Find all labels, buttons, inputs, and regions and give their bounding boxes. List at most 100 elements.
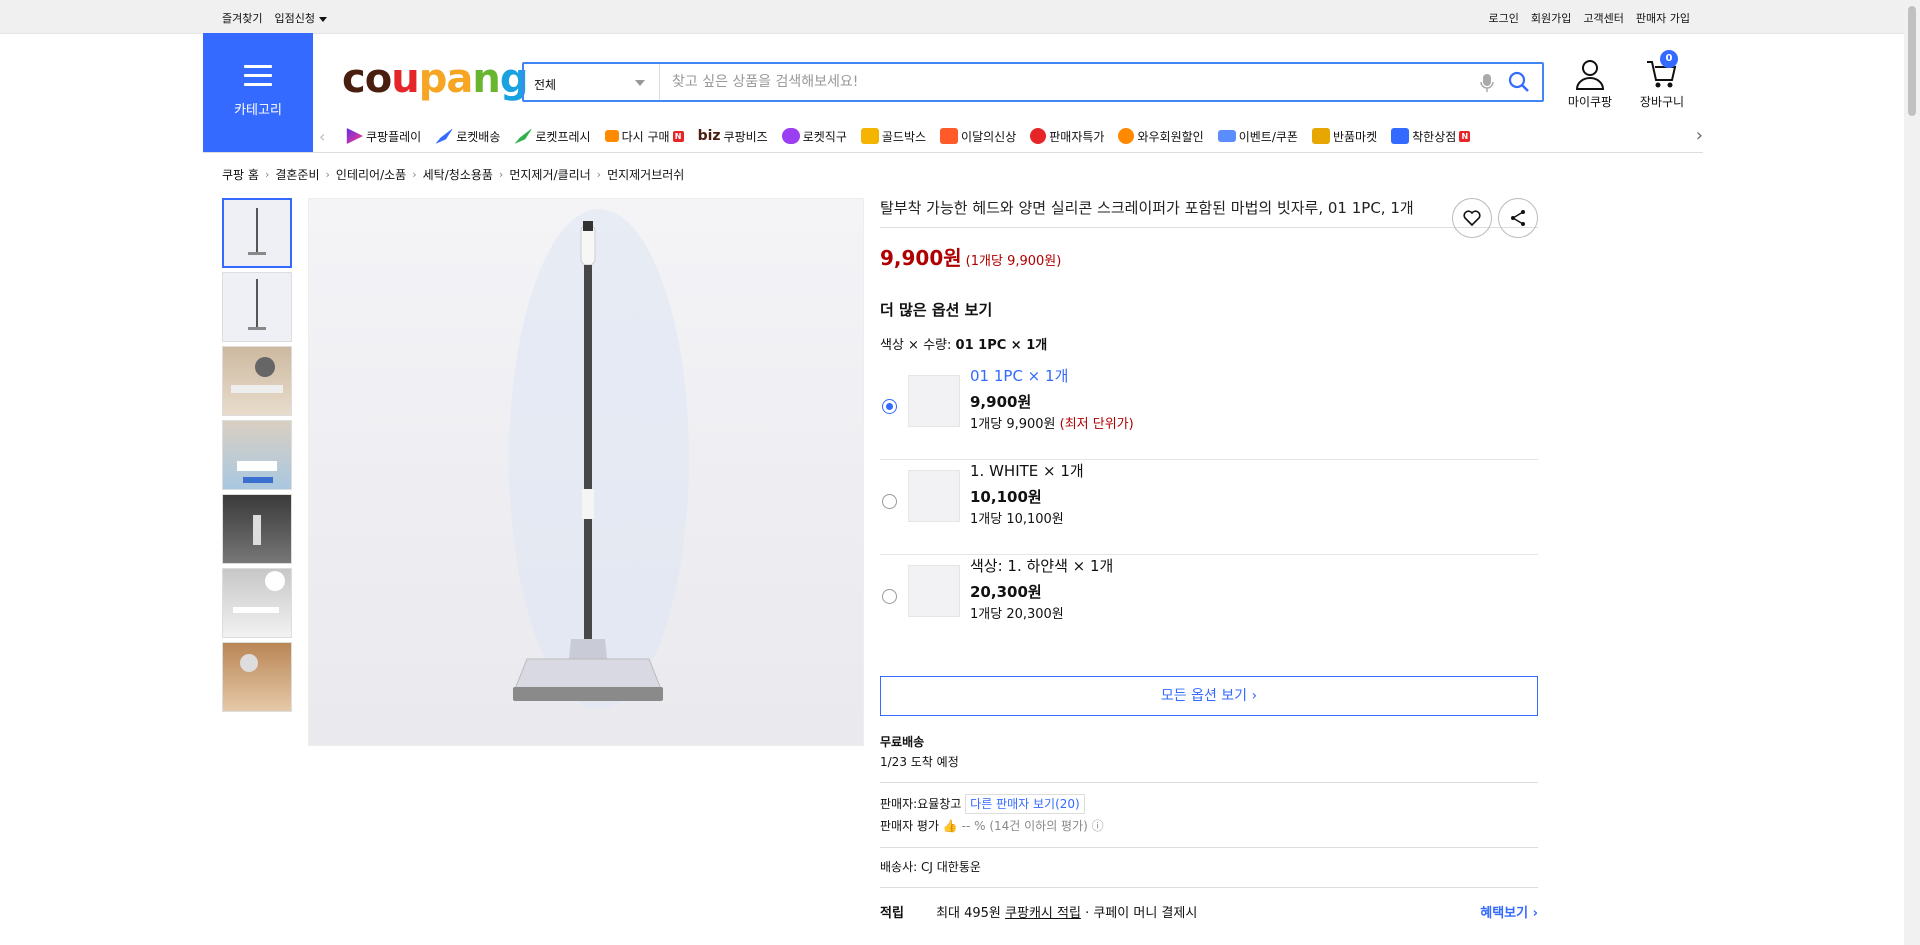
product-thumbnail[interactable]	[222, 198, 292, 268]
option-thumbnail	[908, 375, 960, 427]
product-thumbnail[interactable]	[222, 346, 292, 416]
info-icon[interactable]: ⓘ	[1092, 819, 1104, 833]
option-row[interactable]: 01 1PC × 1개 9,900원 1개당 9,900원 (최저 단위가)	[880, 365, 1538, 460]
option-radio[interactable]	[882, 589, 897, 604]
breadcrumb-item[interactable]: 세탁/청소용품	[423, 166, 493, 183]
nav-item-label: 로켓배송	[456, 129, 501, 144]
all-options-button[interactable]: 모든 옵션 보기 ›	[880, 676, 1538, 716]
nav-item-wow-discount[interactable]: 와우회원할인	[1118, 128, 1204, 145]
product-thumbnail[interactable]	[222, 272, 292, 342]
option-row[interactable]: 색상: 1. 하얀색 × 1개 20,300원 1개당 20,300원	[880, 555, 1538, 650]
vendor-apply-label: 입점신청	[274, 12, 315, 25]
arrival-date: 1/23 도착 예정	[880, 755, 959, 769]
option-radio[interactable]	[882, 494, 897, 509]
product-thumbnail[interactable]	[222, 568, 292, 638]
nav-item-label: 다시 구매	[621, 129, 670, 144]
product-thumbnail[interactable]	[222, 420, 292, 490]
option-price: 9,900원	[970, 393, 1032, 411]
benefit-link[interactable]: 혜택보기 ›	[1480, 902, 1538, 921]
option-name: 색상: 1. 하얀색 × 1개	[970, 557, 1114, 575]
nav-item-rocket-global[interactable]: 로켓직구	[781, 128, 847, 145]
option-radio[interactable]	[882, 399, 897, 414]
product-price: 9,900원	[880, 246, 962, 270]
cart-button[interactable]: 0 장바구니	[1630, 50, 1694, 110]
chevron-right-icon: ›	[498, 168, 504, 181]
vendor-apply-link[interactable]: 입점신청	[274, 10, 327, 26]
seller-signup-link[interactable]: 판매자 가입	[1636, 10, 1690, 26]
quick-nav: ‹ 쿠팡플레이 로켓배송 로켓프레시 다시 구매 N biz 쿠팡비즈 로켓직구 골…	[313, 122, 1703, 152]
nav-item-label: 판매자특가	[1049, 129, 1105, 144]
global-icon	[781, 128, 800, 144]
search-category-select[interactable]: 전체	[524, 64, 660, 100]
search-icon[interactable]	[1508, 71, 1530, 93]
option-price: 10,100원	[970, 488, 1042, 506]
wishlist-button[interactable]	[1452, 198, 1492, 238]
reward-info: 적립 최대 495원 쿠팡캐시 적립 · 쿠페이 머니 결제시 혜택보기 ›	[880, 902, 1538, 922]
rocket-icon	[435, 128, 454, 144]
top-bar: 즐겨찾기 입점신청 로그인 회원가입 고객센터 판매자 가입	[0, 0, 1904, 34]
nav-item-seller-deal[interactable]: 판매자특가	[1030, 128, 1104, 145]
nav-prev-arrow-icon[interactable]: ‹	[319, 127, 325, 146]
product-info: 탈부착 가능한 헤드와 양면 실리콘 스크레이퍼가 포함된 마법의 빗자루, 0…	[880, 198, 1538, 922]
nav-item-rocket-delivery[interactable]: 로켓배송	[435, 128, 500, 145]
breadcrumb-item[interactable]: 인테리어/소품	[336, 166, 406, 183]
chevron-right-icon: ›	[325, 168, 330, 181]
coupang-logo[interactable]: coupang	[342, 56, 528, 102]
breadcrumb-item[interactable]: 쿠팡 홈	[222, 166, 259, 183]
coupang-cash-link[interactable]: 쿠팡캐시 적립	[1005, 906, 1081, 921]
breadcrumb-item[interactable]: 먼지제거브러쉬	[607, 166, 684, 183]
dropdown-arrow-icon	[635, 80, 645, 86]
new-badge: N	[672, 130, 684, 142]
search-category-value: 전체	[534, 78, 557, 92]
cart-count-badge: 0	[1660, 50, 1678, 68]
category-menu-button[interactable]: 카테고리	[203, 33, 313, 152]
product-thumbnail[interactable]	[222, 642, 292, 712]
wow-icon	[1118, 128, 1135, 144]
nav-item-rocket-fresh[interactable]: 로켓프레시	[514, 128, 591, 145]
nav-item-coupang-biz[interactable]: biz 쿠팡비즈	[698, 128, 768, 145]
nav-item-event-coupon[interactable]: 이벤트/쿠폰	[1217, 128, 1298, 145]
signup-link[interactable]: 회원가입	[1531, 10, 1571, 26]
product-actions	[1452, 198, 1538, 238]
caret-down-icon	[318, 16, 327, 22]
option-unit-text: 1개당 9,900원	[970, 417, 1056, 432]
product-main-image	[308, 198, 864, 746]
nav-item-goldbox[interactable]: 골드박스	[860, 128, 926, 145]
rocket-fresh-icon	[514, 128, 533, 144]
mycoupang-button[interactable]: 마이쿠팡	[1558, 58, 1622, 110]
option-thumbnail	[908, 470, 960, 522]
login-link[interactable]: 로그인	[1489, 10, 1519, 26]
customer-center-link[interactable]: 고객센터	[1583, 10, 1623, 26]
seller-info: 판매자:요뮬창고 다른 판매자 보기(20) 판매자 평가 👍 -- % (14…	[880, 793, 1538, 837]
microphone-icon[interactable]	[1478, 72, 1496, 94]
breadcrumb-item[interactable]: 결혼준비	[275, 166, 319, 183]
other-sellers-button[interactable]: 다른 판매자 보기(20)	[965, 794, 1085, 814]
page-scrollbar[interactable]	[1904, 0, 1920, 945]
nav-item-label: 쿠팡비즈	[723, 129, 768, 144]
nav-next-arrow-icon[interactable]: ›	[1696, 125, 1703, 146]
option-unit-price: 1개당 20,300원	[970, 607, 1064, 622]
favorites-link[interactable]: 즐겨찾기	[222, 10, 262, 26]
share-button[interactable]	[1498, 198, 1538, 238]
heart-icon	[1463, 210, 1481, 226]
nav-item-rebuy[interactable]: 다시 구매 N	[604, 128, 684, 145]
nav-item-monthly-new[interactable]: 이달의신상	[940, 128, 1016, 145]
option-row[interactable]: 1. WHITE × 1개 10,100원 1개당 10,100원	[880, 460, 1538, 555]
seller-label: 판매자:	[880, 797, 918, 811]
breadcrumb-item[interactable]: 먼지제거/클리너	[509, 166, 590, 183]
seller-name[interactable]: 요뮬창고	[917, 797, 961, 811]
nav-item-label: 이달의신상	[961, 129, 1017, 144]
share-icon	[1511, 210, 1525, 226]
breadcrumb: 쿠팡 홈 › 결혼준비 › 인테리어/소품 › 세탁/청소용품 › 먼지제거/클리너 › …	[222, 166, 684, 183]
nav-item-label: 이벤트/쿠폰	[1238, 129, 1298, 144]
unit-price: (1개당 9,900원)	[965, 254, 1062, 269]
nav-item-return-market[interactable]: 반품마켓	[1311, 128, 1377, 145]
search-input[interactable]	[662, 64, 1462, 100]
return-market-icon	[1311, 128, 1330, 144]
nav-item-coupang-play[interactable]: 쿠팡플레이	[345, 128, 421, 145]
nav-item-label: 와우회원할인	[1137, 129, 1204, 144]
scrollbar-thumb[interactable]	[1908, 6, 1916, 116]
product-thumbnail[interactable]	[222, 494, 292, 564]
nav-item-good-store[interactable]: 착한상점 N	[1391, 128, 1471, 145]
option-name: 1. WHITE × 1개	[970, 462, 1084, 480]
